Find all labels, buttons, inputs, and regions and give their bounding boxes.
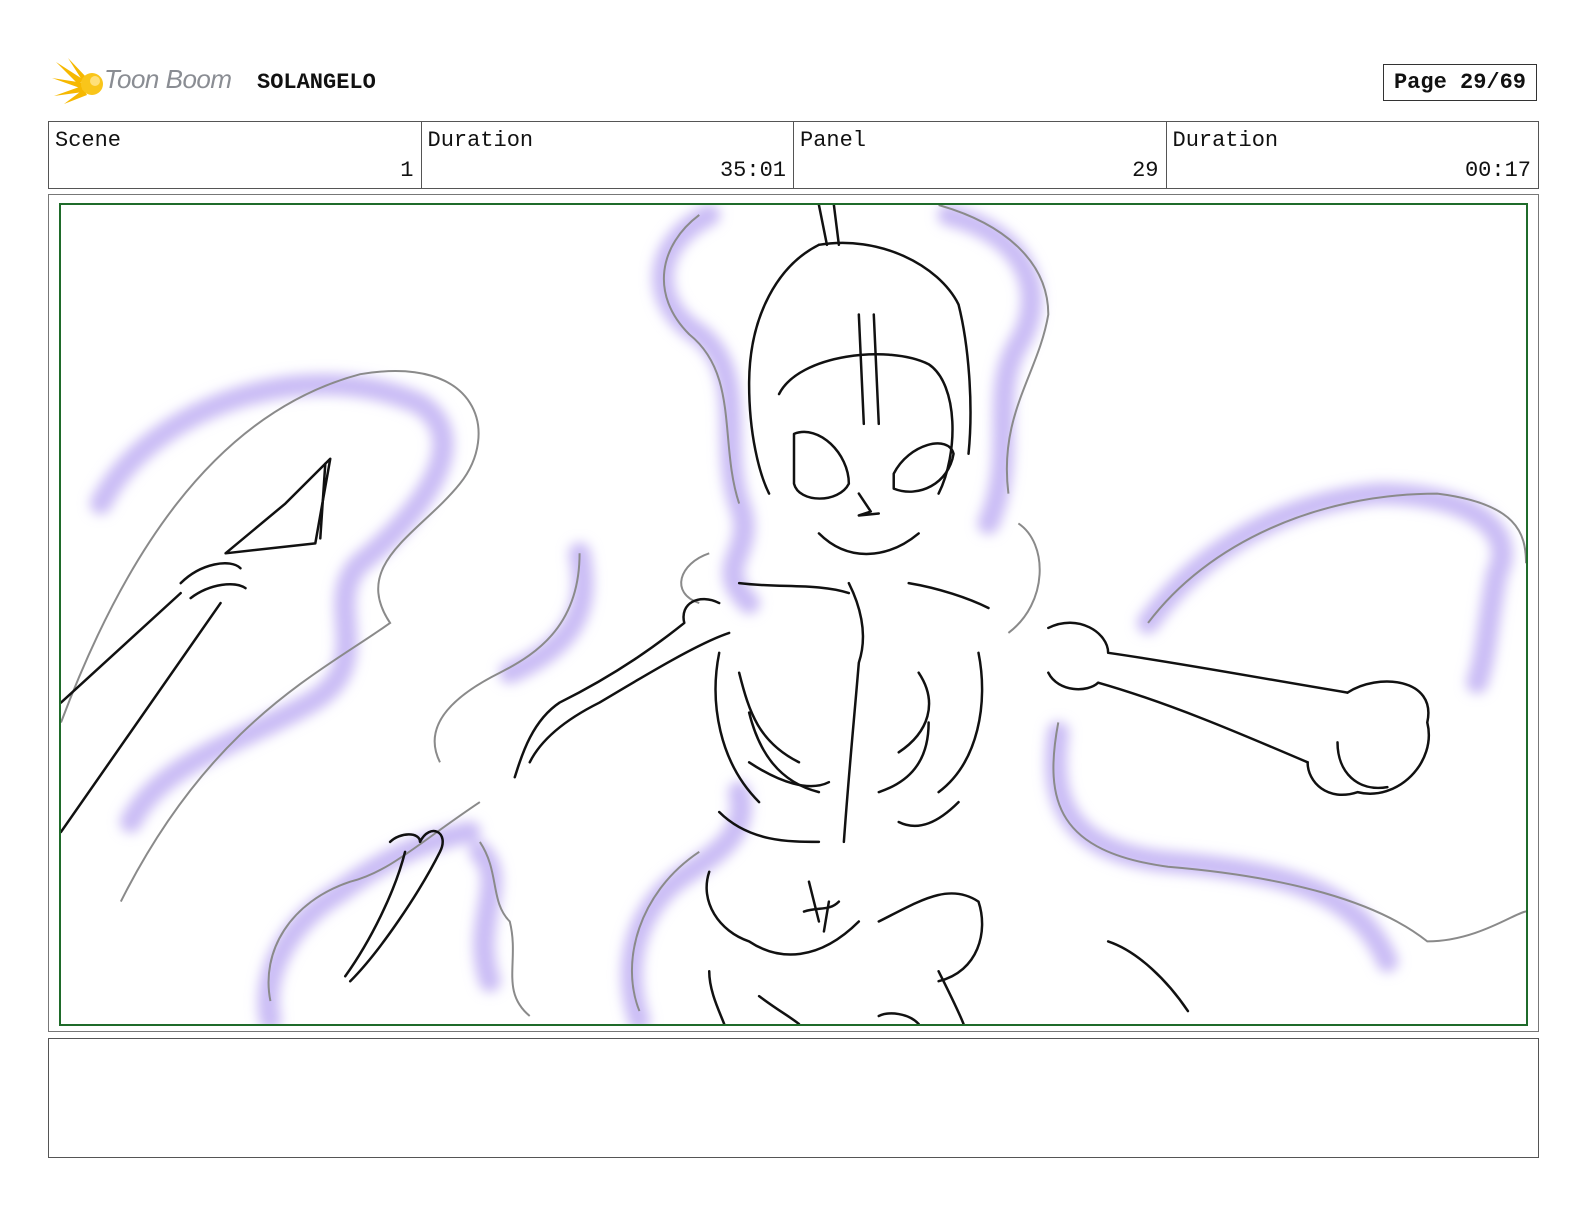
notes-box [48,1038,1539,1158]
scene-value: 1 [400,158,414,183]
scene-duration-label: Duration [427,128,534,153]
panel-cell: Panel 29 [794,122,1167,188]
sketch-image [61,205,1526,1024]
scene-duration-value: 35:01 [719,158,786,183]
logo-text: Toon Boom [104,64,232,94]
panel-duration-label: Duration [1172,128,1279,153]
panel-image [59,203,1528,1026]
toon-boom-logo: Toon Boom [50,56,240,108]
panel-label: Panel [800,128,867,153]
starburst-logo-icon [52,58,103,104]
page-number: Page 29/69 [1383,64,1537,101]
info-table: Scene 1 Duration 35:01 Panel 29 Duration… [48,121,1539,189]
panel-duration-cell: Duration 00:17 [1167,122,1539,188]
project-title: SOLANGELO [257,70,376,95]
panel-duration-value: 00:17 [1464,158,1531,183]
panel-value: 29 [1132,158,1159,183]
scene-cell: Scene 1 [49,122,422,188]
scene-duration-cell: Duration 35:01 [422,122,794,188]
scene-label: Scene [55,128,122,153]
